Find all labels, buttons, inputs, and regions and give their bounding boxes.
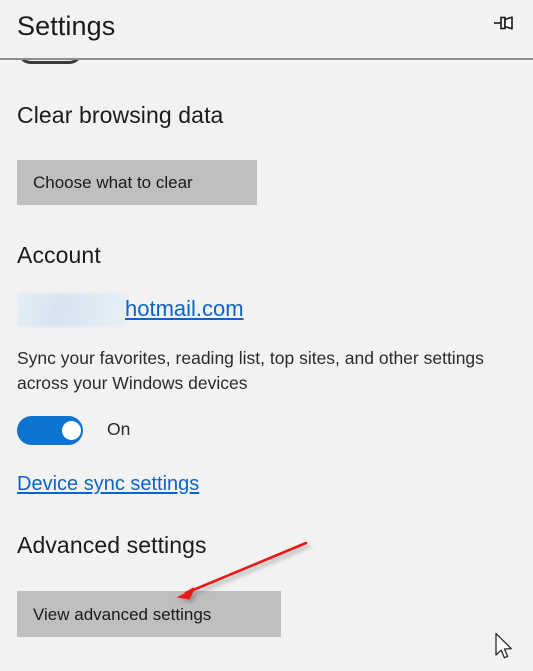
view-advanced-settings-button[interactable]: View advanced settings — [17, 591, 281, 637]
account-email-link[interactable]: hotmail.com — [125, 293, 244, 325]
redacted-email-username — [17, 293, 127, 327]
settings-pane-header: Settings — [0, 0, 533, 58]
pin-button[interactable] — [487, 9, 521, 39]
section-heading-account: Account — [17, 242, 101, 268]
choose-what-to-clear-button[interactable]: Choose what to clear — [17, 160, 257, 205]
clipped-toggle-above[interactable] — [17, 60, 83, 64]
pin-horizontal-icon — [493, 14, 515, 35]
sync-toggle-switch[interactable] — [17, 415, 83, 445]
sync-description-text: Sync your favorites, reading list, top s… — [17, 348, 484, 393]
settings-content-scroll-area[interactable]: Clear browsing data Choose what to clear… — [0, 60, 533, 671]
sync-toggle-row: On — [17, 415, 130, 445]
section-heading-advanced-settings: Advanced settings — [17, 532, 207, 558]
account-email-row: hotmail.com — [17, 293, 417, 327]
device-sync-settings-link[interactable]: Device sync settings — [17, 470, 199, 498]
sync-toggle-state-label: On — [107, 419, 131, 440]
section-heading-clear-browsing-data: Clear browsing data — [17, 102, 224, 128]
toggle-knob — [62, 420, 81, 440]
page-title: Settings — [17, 11, 116, 41]
